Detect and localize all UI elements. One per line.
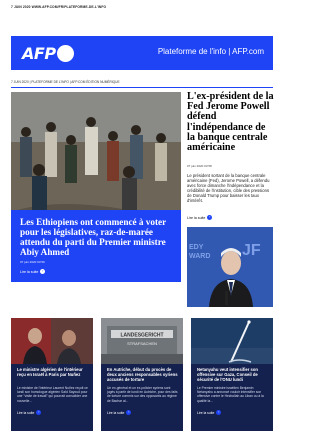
arrow-right-icon: › — [40, 269, 46, 274]
read-more-label: Lire la suite — [17, 410, 35, 415]
read-more-label: Lire la suite — [197, 410, 215, 415]
courthouse-photo-icon: LANDESGERICHT STRAFSACHEN — [101, 318, 183, 364]
url-bar: 7 JUIN 2020 WWW.AFP.COM/FR/PLATEFORME-DE… — [11, 5, 107, 9]
minister-photo-icon — [11, 318, 93, 364]
story-card[interactable]: LANDESGERICHT STRAFSACHEN En Autriche, d… — [101, 318, 183, 431]
afp-logo[interactable]: AFP — [22, 43, 74, 63]
hero-headline[interactable]: Les Ethiopiens ont commencé à voter pour… — [20, 217, 175, 257]
read-more-label: Lire la suite — [107, 410, 125, 415]
story-card[interactable]: Le ministre algérien de l'intérieur reçu… — [11, 318, 93, 431]
sign-text: LANDESGERICHT — [120, 333, 163, 339]
banner-title: Plateforme de l'info | AFP.com — [157, 47, 264, 56]
arrow-right-icon: › — [36, 410, 42, 415]
card-read-more-link[interactable]: Lire la suite › — [107, 410, 132, 415]
card-read-more-link[interactable]: Lire la suite › — [197, 410, 222, 415]
hero-story-card[interactable]: Les Ethiopiens ont commencé à voter pour… — [11, 210, 181, 282]
portrait-photo-icon: JF EDY WARD — [187, 227, 273, 307]
backdrop-text-1: EDY — [189, 244, 204, 251]
side-date: 07 juin 2020 03:58 — [187, 164, 212, 168]
card-read-more-link[interactable]: Lire la suite › — [17, 410, 42, 415]
divider — [11, 87, 273, 88]
read-more-label: Lire la suite — [20, 269, 39, 274]
arrow-right-icon: › — [207, 215, 213, 220]
card-headline[interactable]: En Autriche, début du procès de deux anc… — [107, 367, 179, 382]
card-headline[interactable]: Le ministre algérien de l'intérieur reçu… — [17, 367, 89, 377]
arrow-right-icon: › — [216, 410, 222, 415]
card-description: Un ex-général et un ex-policier syriens … — [107, 386, 178, 403]
hero-date: 07 juin 2020 03:59 — [20, 260, 45, 264]
logo-text: AFP — [22, 43, 56, 63]
header-banner: AFP Plateforme de l'info | AFP.com — [11, 36, 273, 70]
side-description: Le président sortant de la banque centra… — [187, 173, 270, 203]
backdrop-letters: JF — [242, 242, 261, 259]
story-card[interactable]: Netanyahu veut intensifier son offensive… — [191, 318, 273, 431]
card-headline[interactable]: Netanyahu veut intensifier son offensive… — [197, 367, 269, 382]
card-description: Le Premier ministre israélien Benjamin N… — [197, 386, 264, 403]
side-read-more-link[interactable]: Lire la suite › — [187, 215, 213, 220]
arrow-right-icon: › — [126, 410, 132, 415]
side-story-image[interactable]: JF EDY WARD — [187, 227, 273, 307]
backdrop-text-2: WARD — [189, 253, 210, 260]
read-more-label: Lire la suite — [187, 215, 206, 220]
missile-photo-icon — [191, 318, 273, 364]
logo-dot-icon — [56, 44, 74, 62]
hero-read-more-link[interactable]: Lire la suite › — [20, 269, 46, 274]
dateline: 7 juin 2020 | PLATEFORME DE L'INFO | AFP… — [11, 80, 120, 84]
side-headline[interactable]: L'ex-président de la Fed Jerome Powell d… — [187, 91, 275, 153]
card-description: Le ministre de l'intérieur Laurent Nuñez… — [17, 386, 88, 403]
sign-subtext: STRAFSACHEN — [127, 341, 157, 346]
